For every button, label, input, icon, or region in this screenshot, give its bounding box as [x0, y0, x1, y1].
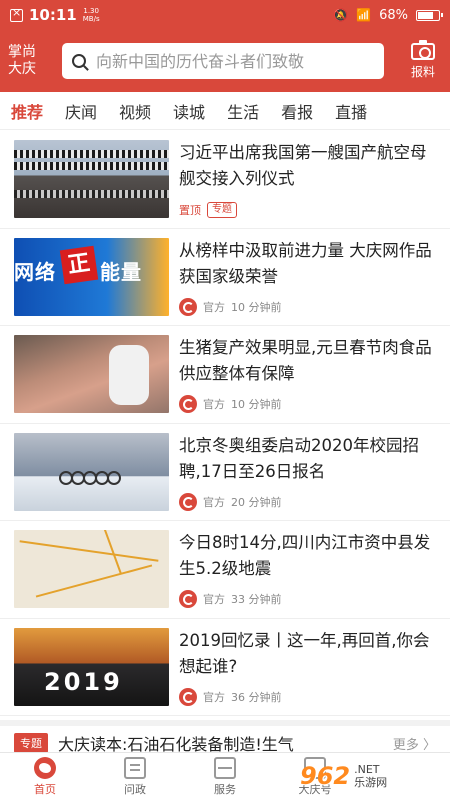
category-tabs: 推荐 庆闻 视频 读城 生活 看报 直播 — [0, 92, 450, 130]
wifi-icon: 📶 — [356, 8, 372, 22]
tab-video[interactable]: 视频 — [108, 99, 162, 123]
news-item[interactable]: 习近平出席我国第一艘国产航空母舰交接入列仪式 置顶 专题 — [0, 131, 450, 229]
policy-icon — [124, 757, 146, 779]
nav-service-label: 服务 — [214, 783, 236, 796]
battery-percent: 68% — [379, 7, 408, 23]
search-icon — [72, 54, 86, 68]
tab-live[interactable]: 直播 — [324, 99, 378, 123]
news-time: 36 分钟前 — [231, 690, 282, 704]
topic-label: 专题 — [14, 733, 48, 753]
service-icon — [214, 757, 236, 779]
mute-icon: 🔕 — [333, 8, 349, 22]
nav-home[interactable]: 首页 — [0, 753, 90, 800]
news-title: 北京冬奥组委启动2020年校园招聘,17日至26日报名 — [179, 435, 419, 481]
source-logo-icon — [179, 590, 197, 608]
news-time: 33 分钟前 — [231, 593, 282, 606]
news-thumbnail: 2019 — [14, 627, 169, 706]
nav-service[interactable]: 服务 — [180, 753, 270, 800]
nav-home-label: 首页 — [34, 783, 56, 796]
tab-life[interactable]: 生活 — [216, 99, 270, 123]
thumb-text: 2019 — [44, 667, 123, 696]
news-time: 10 分钟前 — [231, 300, 282, 314]
home-icon — [34, 757, 56, 779]
tab-newspaper[interactable]: 看报 — [270, 99, 324, 123]
source-logo-icon — [179, 395, 197, 413]
battery-icon — [416, 9, 443, 21]
report-button[interactable]: 报料 — [404, 39, 442, 80]
watermark-site-cn: 乐游网 — [354, 776, 388, 789]
pinned-tag: 置顶 — [179, 204, 201, 217]
search-input[interactable] — [96, 51, 374, 71]
news-title: 从榜样中汲取前进力量 大庆网作品获国家级荣誉 — [179, 240, 432, 286]
news-thumbnail — [14, 140, 169, 218]
news-source: 官方 — [203, 690, 225, 704]
thumb-text: 正 — [59, 245, 99, 284]
app-header: 掌尚 大庆 报料 — [0, 30, 450, 92]
news-time: 10 分钟前 — [231, 398, 282, 411]
topic-tag: 专题 — [207, 202, 237, 218]
nav-policy[interactable]: 问政 — [90, 753, 180, 800]
news-title: 今日8时14分,四川内江市资中县发生5.2级地震 — [179, 533, 431, 578]
watermark-logo: 962 — [300, 762, 351, 790]
news-source: 官方 — [203, 593, 225, 606]
source-logo-icon — [179, 492, 197, 511]
source-logo-icon — [179, 687, 197, 706]
news-item[interactable]: 网络 正 能量 从榜样中汲取前进力量 大庆网作品获国家级荣誉 官方 10 分钟前 — [0, 229, 450, 326]
news-title: 生猪复产效果明显,元旦春节肉食品供应整体有保障 — [179, 338, 432, 383]
search-bar[interactable] — [62, 43, 384, 79]
more-link[interactable]: 更多 〉 — [393, 734, 436, 753]
news-thumbnail: 网络 正 能量 — [14, 237, 169, 316]
tab-recommend[interactable]: 推荐 — [0, 99, 54, 123]
clock: 10:11 — [29, 6, 77, 24]
camera-icon — [411, 39, 435, 60]
watermark-site-en: .NET — [354, 763, 380, 776]
source-logo-icon — [179, 297, 197, 316]
thumb-text: 能量 — [100, 259, 142, 284]
news-item[interactable]: 生猪复产效果明显,元旦春节肉食品供应整体有保障 官方 10 分钟前 — [0, 326, 450, 424]
news-item[interactable]: 今日8时14分,四川内江市资中县发生5.2级地震 官方 33 分钟前 — [0, 521, 450, 619]
thumb-text: 网络 — [14, 259, 56, 284]
news-item[interactable]: 2019 2019回忆录丨这一年,再回首,你会想起谁? 官方 36 分钟前 — [0, 619, 450, 716]
news-title: 习近平出席我国第一艘国产航空母舰交接入列仪式 — [179, 143, 427, 188]
tab-qingwen[interactable]: 庆闻 — [54, 99, 108, 123]
nav-policy-label: 问政 — [124, 783, 146, 796]
news-source: 官方 — [203, 300, 225, 314]
news-source: 官方 — [203, 398, 225, 411]
news-thumbnail — [14, 530, 169, 608]
watermark: 962 .NET 乐游网 — [300, 752, 450, 800]
network-speed: 1.30 MB/s — [83, 7, 100, 23]
news-time: 20 分钟前 — [231, 495, 282, 509]
speed-unit: MB/s — [82, 15, 100, 23]
brand-line1: 掌尚 — [8, 44, 36, 60]
speed-value: 1.30 — [83, 7, 99, 15]
brand-line2: 大庆 — [8, 61, 36, 77]
tab-read-city[interactable]: 读城 — [162, 99, 216, 123]
status-bar: 10:11 1.30 MB/s 🔕 📶 68% — [0, 0, 450, 30]
news-thumbnail — [14, 432, 169, 511]
news-thumbnail — [14, 335, 169, 413]
brand-logo[interactable]: 掌尚 大庆 — [8, 44, 50, 78]
news-source: 官方 — [203, 495, 225, 509]
news-item[interactable]: 北京冬奥组委启动2020年校园招聘,17日至26日报名 官方 20 分钟前 — [0, 424, 450, 521]
news-list: 习近平出席我国第一艘国产航空母舰交接入列仪式 置顶 专题 网络 正 能量 从榜样… — [0, 131, 450, 716]
news-title: 2019回忆录丨这一年,再回首,你会想起谁? — [179, 630, 430, 676]
no-sim-icon — [10, 6, 23, 22]
report-label: 报料 — [410, 64, 435, 79]
